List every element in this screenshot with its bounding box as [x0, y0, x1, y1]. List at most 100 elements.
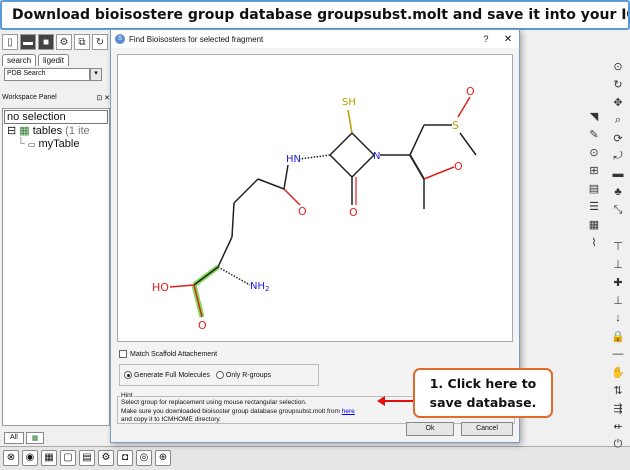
hint-line-2-text: Make sure you downloaded bioisoster grou…: [121, 407, 342, 415]
gear-icon[interactable]: ⚙: [98, 450, 114, 466]
table-view-icon[interactable]: ▤: [586, 182, 602, 196]
lock-icon[interactable]: 🔒: [610, 330, 626, 344]
close-button[interactable]: ✕: [497, 34, 519, 45]
tab-search[interactable]: search: [2, 54, 37, 66]
align-bottom-icon[interactable]: ⊥: [610, 258, 626, 272]
bond-chain-2: [233, 178, 259, 204]
workspace-panel-controls[interactable]: ⊡ ✕: [96, 94, 110, 106]
tree-branch-icon: └: [17, 138, 25, 150]
no-selection-label: no selection: [4, 110, 108, 124]
workspace-tree[interactable]: no selection ⊟ ▦ tables (1 ite └ ▭ myTab…: [2, 108, 110, 426]
bond-amide-o: [283, 188, 301, 206]
bond-ring-4: [329, 132, 353, 156]
save-icon[interactable]: ■: [38, 34, 54, 50]
move-icon[interactable]: ✥: [610, 96, 626, 110]
rotate-icon[interactable]: ↻: [610, 78, 626, 92]
atom-o-sulfoxide: O: [466, 85, 475, 98]
camera-icon[interactable]: ◘: [117, 450, 133, 466]
bond-nh2: [217, 266, 251, 286]
grid-view-icon[interactable]: ▦: [586, 218, 602, 232]
hierarchy-icon[interactable]: ⊞: [586, 164, 602, 178]
molecule-canvas[interactable]: SH S O HN N O O O HO NH2 O: [117, 54, 513, 342]
rotate-3d-icon[interactable]: ⤾: [610, 150, 626, 164]
tree-item-tables[interactable]: ⊟ ▦ tables (1 ite: [3, 125, 109, 138]
copy-icon[interactable]: ⧉: [74, 34, 90, 50]
settings-icon[interactable]: ⚙: [56, 34, 72, 50]
zoom-icon[interactable]: ⌕: [610, 114, 626, 128]
callout-line-2: save database.: [429, 395, 537, 410]
match-scaffold-option[interactable]: Match Scaffold Attachement: [119, 350, 217, 358]
sync-icon[interactable]: ⟳: [610, 132, 626, 146]
callout-arrow: [377, 396, 415, 406]
binoculars-icon[interactable]: ⊙: [586, 146, 602, 160]
open-folder-icon[interactable]: ▬: [20, 34, 36, 50]
esc-icon[interactable]: ⇷: [610, 420, 626, 434]
list-icon[interactable]: ☰: [586, 200, 602, 214]
target-icon[interactable]: ⊙: [610, 60, 626, 74]
divider-icon: —: [612, 348, 624, 360]
palette-icon[interactable]: ♣: [610, 186, 626, 200]
eye-icon[interactable]: ◎: [136, 450, 152, 466]
power-icon[interactable]: ⏻: [610, 438, 626, 452]
tab-table-view[interactable]: ▦: [25, 432, 45, 444]
cancel-button[interactable]: Cancel: [461, 422, 513, 436]
atom-o-acid: O: [198, 319, 207, 332]
hand-icon[interactable]: ✋: [610, 366, 626, 380]
bond-amide-c: [283, 164, 289, 190]
bond-chain-3: [231, 202, 235, 238]
tree-item-mytable[interactable]: └ ▭ myTable: [3, 138, 109, 151]
bottom-toolbar: ⊗ ◉ ▦ ▢ ▤ ⚙ ◘ ◎ ⊕: [0, 446, 630, 470]
atom-hn: HN: [286, 154, 301, 165]
left-panel: PDB Search ▾ Workspace Panel ⊡ ✕ no sele…: [0, 66, 112, 436]
main-toolbar: ▯ ▬ ■ ⚙ ⧉ ↻: [2, 34, 108, 54]
download-here-link[interactable]: here: [342, 408, 355, 415]
refresh-icon[interactable]: ↻: [92, 34, 108, 50]
tab-ligedit[interactable]: ligedit: [38, 54, 69, 66]
bond-hn: [299, 154, 331, 160]
collapse-icon[interactable]: ⊟: [7, 125, 16, 137]
atom-ho: HO: [152, 281, 169, 294]
atom-s: S: [452, 119, 459, 132]
grid-icon[interactable]: ▦: [41, 450, 57, 466]
bond-ring-2: [351, 154, 375, 178]
tab-all[interactable]: All: [4, 432, 24, 444]
chart-icon[interactable]: ⌇: [586, 236, 602, 250]
window-icon[interactable]: ▢: [60, 450, 76, 466]
record-icon[interactable]: ◉: [22, 450, 38, 466]
pointer-icon[interactable]: ◥: [586, 110, 602, 124]
radio-rgroups-indicator[interactable]: [215, 371, 224, 379]
pencil-icon[interactable]: ✎: [586, 128, 602, 142]
screen-icon[interactable]: ▬: [610, 168, 626, 182]
bond-s-o: [457, 96, 471, 118]
match-scaffold-checkbox[interactable]: [119, 350, 127, 358]
radio-full-indicator[interactable]: [124, 371, 132, 379]
atom-nh2-main: NH: [250, 281, 265, 292]
align-top-icon[interactable]: ⊤: [610, 240, 626, 254]
generation-mode-group: Generate Full Molecules Only R-groups: [119, 364, 319, 386]
match-scaffold-label: Match Scaffold Attachement: [130, 350, 218, 358]
bond-acid-oh: [169, 284, 195, 288]
split-icon[interactable]: ⊥: [610, 294, 626, 308]
arrow-icon[interactable]: ↓: [610, 312, 626, 326]
molecule-structure: SH S O HN N O O O HO NH2 O: [152, 85, 477, 332]
atom-nh2-sub: 2: [265, 285, 269, 293]
radio-full-molecules[interactable]: Generate Full Molecules: [124, 371, 210, 379]
ok-button[interactable]: Ok: [406, 422, 454, 436]
help-button[interactable]: ?: [475, 34, 497, 44]
layout-icon[interactable]: ▤: [79, 450, 95, 466]
pdb-search-select[interactable]: PDB Search ▾: [4, 68, 102, 81]
stop-icon[interactable]: ⊗: [3, 450, 19, 466]
sort-icon[interactable]: ⇅: [610, 384, 626, 398]
right-side-toolbar: ⊙ ↻ ✥ ⌕ ⟳ ⤾ ▬ ♣ ⤡ ⊤ ⊥ ✚ ⊥ ↓ 🔒 — ✋ ⇅ ⇶ ⇷ …: [610, 60, 628, 452]
scale-icon[interactable]: ⤡: [610, 204, 626, 218]
hint-label: Hint: [120, 392, 134, 399]
chevron-down-icon[interactable]: ▾: [90, 68, 102, 81]
plus-move-icon[interactable]: ⇶: [610, 402, 626, 416]
radio-only-rgroups[interactable]: Only R-groups: [215, 371, 271, 379]
atom-o-amide: O: [298, 205, 307, 218]
atom-o-ketone: O: [454, 160, 463, 173]
plus-icon[interactable]: ✚: [610, 276, 626, 290]
bond-sh: [347, 109, 353, 134]
web-icon[interactable]: ⊕: [155, 450, 171, 466]
new-file-icon[interactable]: ▯: [2, 34, 18, 50]
